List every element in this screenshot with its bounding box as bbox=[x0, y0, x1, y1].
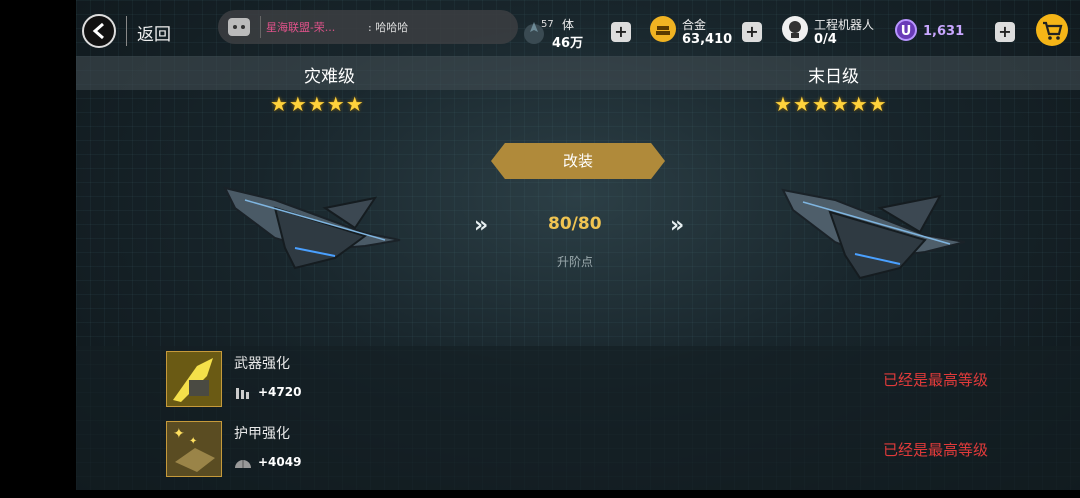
stamina-value: 46万 bbox=[552, 36, 584, 51]
premium-currency-icon: U bbox=[895, 19, 917, 41]
ammo-icon bbox=[236, 388, 249, 399]
alloy-value: 63,410 bbox=[682, 32, 733, 47]
alloy-icon bbox=[650, 16, 676, 42]
cart-icon bbox=[1043, 21, 1063, 40]
stamina-level: 57 bbox=[541, 19, 554, 30]
double-chevron-right-icon: » bbox=[670, 213, 684, 238]
chat-channel: 星海联盟-荣... bbox=[266, 21, 336, 34]
shop-cart-button[interactable] bbox=[1036, 14, 1068, 46]
armor-upgrade-icon: ✦ ✦ bbox=[166, 421, 222, 477]
back-button[interactable] bbox=[82, 14, 116, 48]
upgrade-points-value: 80/80 bbox=[548, 214, 602, 234]
tier-header-band bbox=[76, 56, 1080, 90]
chat-bar[interactable]: 星海联盟-荣... : 哈哈哈 bbox=[218, 10, 518, 44]
stamina-label: 体 bbox=[562, 18, 575, 32]
enhancement-name: 护甲强化 bbox=[234, 426, 290, 442]
shield-dome-icon bbox=[235, 460, 251, 468]
enhancement-bonus: +4720 bbox=[258, 385, 302, 399]
enhancement-bonus: +4049 bbox=[258, 455, 302, 469]
max-level-status: 已经是最高等级 bbox=[882, 371, 988, 389]
svg-text:✦: ✦ bbox=[173, 426, 185, 442]
chat-separator bbox=[260, 16, 261, 38]
top-bar: 返回 星海联盟-荣... : 哈哈哈 57 体 46万 + 合金 63,410 … bbox=[0, 0, 1080, 58]
enhancement-name: 武器强化 bbox=[234, 356, 290, 372]
next-ship-image bbox=[781, 188, 966, 280]
chat-message: : 哈哈哈 bbox=[368, 21, 409, 34]
engineering-robot-icon bbox=[782, 16, 808, 42]
next-tier-name: 末日级 bbox=[808, 67, 859, 87]
next-tier-stars: ★★★★★★ bbox=[774, 92, 888, 116]
back-label[interactable]: 返回 bbox=[137, 20, 171, 45]
enhancement-row-armor: ✦ ✦ 护甲强化 +4049 已经是最高等级 bbox=[166, 421, 1016, 477]
double-chevron-right-icon: » bbox=[474, 213, 488, 238]
svg-text:✦: ✦ bbox=[189, 436, 197, 447]
upgrade-points-label: 升阶点 bbox=[557, 255, 594, 269]
alloy-label: 合金 bbox=[682, 18, 707, 32]
weapon-upgrade-icon bbox=[166, 351, 222, 407]
add-premium-button[interactable]: + bbox=[995, 22, 1015, 42]
enhancement-row-weapon: 武器强化 +4720 已经是最高等级 bbox=[166, 351, 1016, 407]
add-alloy-button[interactable]: + bbox=[742, 22, 762, 42]
robot-value: 0/4 bbox=[814, 32, 837, 47]
add-stamina-button[interactable]: + bbox=[611, 22, 631, 42]
modify-button[interactable]: 改装 bbox=[491, 143, 665, 179]
max-level-status: 已经是最高等级 bbox=[882, 441, 988, 459]
back-divider bbox=[126, 16, 127, 46]
current-tier-name: 灾难级 bbox=[304, 67, 355, 87]
current-ship-image bbox=[223, 186, 401, 270]
current-tier-stars: ★★★★★ bbox=[270, 92, 365, 116]
chat-robot-icon bbox=[228, 18, 250, 36]
premium-currency-value: 1,631 bbox=[923, 24, 965, 39]
robot-label: 工程机器人 bbox=[814, 18, 875, 32]
chevron-left-icon bbox=[92, 22, 104, 40]
